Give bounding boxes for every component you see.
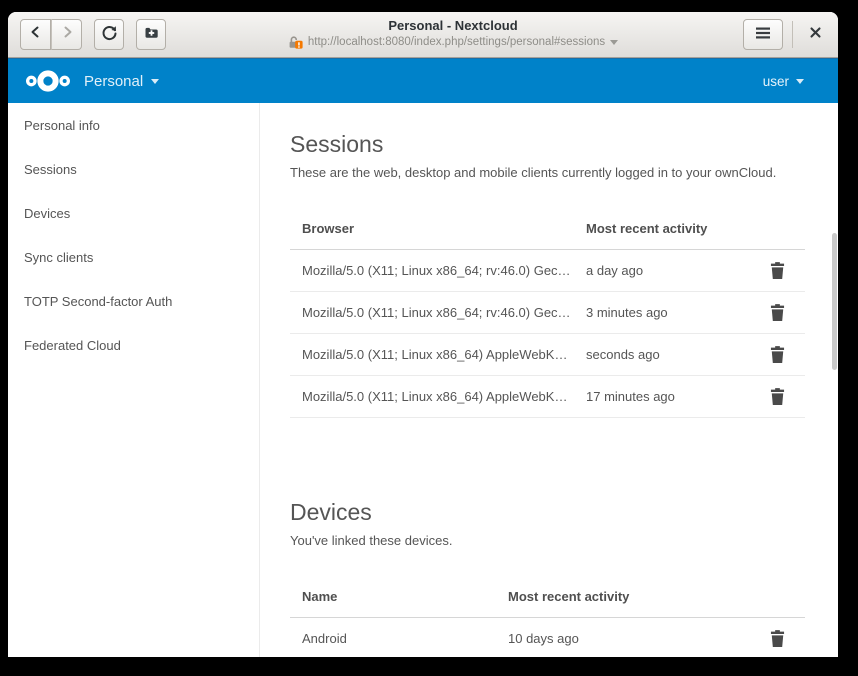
browser-cell: Mozilla/5.0 (X11; Linux x86_64; rv:46.0)… bbox=[290, 292, 586, 334]
user-menu-button[interactable]: user bbox=[763, 74, 822, 89]
reload-icon bbox=[101, 24, 118, 46]
sidebar-item-label: Federated Cloud bbox=[24, 338, 121, 353]
activity-cell: 10 days ago bbox=[508, 618, 708, 658]
address-dropdown-icon[interactable] bbox=[610, 40, 618, 45]
sessions-description: These are the web, desktop and mobile cl… bbox=[290, 165, 838, 181]
sidebar-item-devices[interactable]: Devices bbox=[8, 191, 259, 235]
forward-icon bbox=[59, 24, 75, 45]
column-header-activity: Most recent activity bbox=[508, 575, 708, 618]
activity-cell: a day ago bbox=[586, 250, 756, 292]
titlebar-separator bbox=[792, 21, 793, 48]
nextcloud-header: Personal user bbox=[8, 58, 838, 103]
sidebar-item-federated-cloud[interactable]: Federated Cloud bbox=[8, 323, 259, 367]
user-menu-label: user bbox=[763, 74, 789, 89]
menu-button[interactable] bbox=[743, 19, 783, 50]
settings-content: Sessions These are the web, desktop and … bbox=[260, 103, 838, 657]
insecure-lock-icon bbox=[288, 35, 303, 50]
nextcloud-logo[interactable] bbox=[24, 65, 72, 97]
settings-page: Personal info Sessions Devices Sync clie… bbox=[8, 103, 838, 657]
sidebar-item-totp[interactable]: TOTP Second-factor Auth bbox=[8, 279, 259, 323]
delete-session-button[interactable] bbox=[770, 304, 785, 321]
column-header-name: Name bbox=[290, 575, 508, 618]
forward-button[interactable] bbox=[51, 19, 82, 50]
chevron-down-icon bbox=[796, 79, 804, 84]
device-row: Android 10 days ago bbox=[290, 618, 805, 658]
sidebar-item-label: Personal info bbox=[24, 118, 100, 133]
app-menu-label: Personal bbox=[84, 73, 143, 90]
address-bar[interactable]: http://localhost:8080/index.php/settings… bbox=[288, 34, 618, 51]
close-button[interactable] bbox=[802, 19, 828, 50]
back-button[interactable] bbox=[20, 19, 51, 50]
activity-cell: seconds ago bbox=[586, 334, 756, 376]
session-row: Mozilla/5.0 (X11; Linux x86_64; rv:46.0)… bbox=[290, 250, 805, 292]
sidebar-item-label: Sync clients bbox=[24, 250, 93, 265]
vertical-scrollbar-thumb[interactable] bbox=[832, 233, 837, 370]
device-name-cell: Android bbox=[290, 618, 508, 658]
delete-session-button[interactable] bbox=[770, 388, 785, 405]
browser-titlebar: Personal - Nextcloud http://localhost:80… bbox=[8, 12, 838, 58]
column-header-activity: Most recent activity bbox=[586, 207, 756, 250]
sidebar-item-sessions[interactable]: Sessions bbox=[8, 147, 259, 191]
window-title: Personal - Nextcloud bbox=[178, 17, 728, 34]
session-row: Mozilla/5.0 (X11; Linux x86_64) AppleWeb… bbox=[290, 376, 805, 418]
trash-icon bbox=[770, 304, 785, 321]
sidebar-item-label: Devices bbox=[24, 206, 70, 221]
new-tab-icon bbox=[143, 25, 160, 45]
sessions-table-header: Browser Most recent activity bbox=[290, 207, 805, 250]
sidebar-item-personal-info[interactable]: Personal info bbox=[8, 103, 259, 147]
devices-description: You've linked these devices. bbox=[290, 533, 838, 549]
devices-section: Devices You've linked these devices. Nam… bbox=[290, 497, 838, 657]
chevron-down-icon bbox=[151, 79, 159, 84]
sessions-heading: Sessions bbox=[290, 129, 838, 159]
delete-session-button[interactable] bbox=[770, 262, 785, 279]
browser-cell: Mozilla/5.0 (X11; Linux x86_64) AppleWeb… bbox=[290, 334, 586, 376]
devices-table: Name Most recent activity Android 10 day… bbox=[290, 575, 805, 657]
back-icon bbox=[28, 24, 44, 45]
trash-icon bbox=[770, 630, 785, 647]
app-menu-button[interactable]: Personal bbox=[84, 73, 159, 90]
titlebar-center: Personal - Nextcloud http://localhost:80… bbox=[178, 17, 728, 55]
close-icon bbox=[809, 26, 822, 44]
delete-device-button[interactable] bbox=[770, 630, 785, 647]
hamburger-menu-icon bbox=[756, 26, 770, 44]
new-tab-button[interactable] bbox=[136, 19, 166, 50]
browser-window: Personal - Nextcloud http://localhost:80… bbox=[8, 12, 838, 657]
delete-session-button[interactable] bbox=[770, 346, 785, 363]
devices-table-header: Name Most recent activity bbox=[290, 575, 805, 618]
column-header-browser: Browser bbox=[290, 207, 586, 250]
sidebar-item-label: Sessions bbox=[24, 162, 77, 177]
address-url: http://localhost:8080/index.php/settings… bbox=[308, 34, 605, 51]
browser-cell: Mozilla/5.0 (X11; Linux x86_64; rv:46.0)… bbox=[290, 250, 586, 292]
sidebar-item-sync-clients[interactable]: Sync clients bbox=[8, 235, 259, 279]
titlebar-left-controls bbox=[20, 19, 166, 50]
session-row: Mozilla/5.0 (X11; Linux x86_64; rv:46.0)… bbox=[290, 292, 805, 334]
trash-icon bbox=[770, 346, 785, 363]
settings-sidebar: Personal info Sessions Devices Sync clie… bbox=[8, 103, 260, 657]
sessions-table: Browser Most recent activity Mozilla/5.0… bbox=[290, 207, 805, 418]
browser-cell: Mozilla/5.0 (X11; Linux x86_64) AppleWeb… bbox=[290, 376, 586, 418]
reload-button[interactable] bbox=[94, 19, 124, 50]
activity-cell: 3 minutes ago bbox=[586, 292, 756, 334]
titlebar-right-controls bbox=[743, 19, 828, 50]
trash-icon bbox=[770, 388, 785, 405]
session-row: Mozilla/5.0 (X11; Linux x86_64) AppleWeb… bbox=[290, 334, 805, 376]
activity-cell: 17 minutes ago bbox=[586, 376, 756, 418]
trash-icon bbox=[770, 262, 785, 279]
history-nav-group bbox=[20, 19, 82, 50]
sidebar-item-label: TOTP Second-factor Auth bbox=[24, 294, 172, 309]
sessions-section: Sessions These are the web, desktop and … bbox=[290, 129, 838, 418]
devices-heading: Devices bbox=[290, 497, 838, 527]
